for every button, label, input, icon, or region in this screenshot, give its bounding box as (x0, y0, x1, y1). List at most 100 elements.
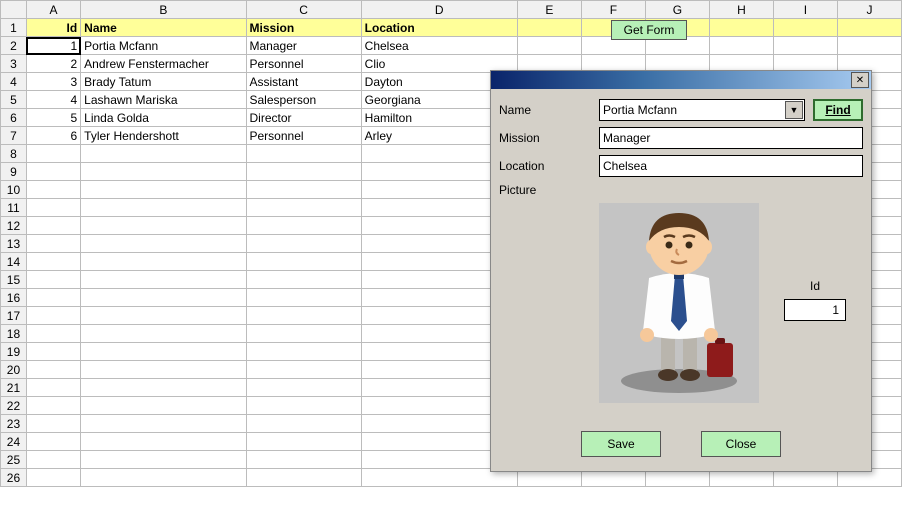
row-header[interactable]: 21 (1, 379, 27, 397)
cell[interactable] (246, 199, 361, 217)
cell[interactable]: Linda Golda (81, 109, 246, 127)
close-button[interactable]: Close (701, 431, 781, 457)
cell[interactable] (26, 397, 80, 415)
cell[interactable] (246, 217, 361, 235)
cell[interactable] (26, 433, 80, 451)
cell[interactable] (517, 37, 581, 55)
col-header[interactable]: H (709, 1, 773, 19)
cell[interactable]: Personnel (246, 55, 361, 73)
cell[interactable]: 6 (26, 127, 80, 145)
cell[interactable] (26, 235, 80, 253)
col-header[interactable] (1, 1, 27, 19)
cell[interactable] (837, 37, 901, 55)
cell[interactable] (81, 163, 246, 181)
cell[interactable] (81, 469, 246, 487)
cell[interactable]: Id (26, 19, 80, 37)
cell[interactable] (774, 19, 838, 37)
col-header[interactable]: G (645, 1, 709, 19)
cell[interactable] (26, 451, 80, 469)
cell[interactable] (246, 235, 361, 253)
cell[interactable] (81, 361, 246, 379)
cell[interactable]: Andrew Fenstermacher (81, 55, 246, 73)
cell[interactable] (26, 307, 80, 325)
cell[interactable] (246, 289, 361, 307)
cell[interactable] (26, 145, 80, 163)
name-combobox[interactable]: Portia Mcfann ▼ (599, 99, 805, 121)
cell[interactable] (81, 451, 246, 469)
cell[interactable]: Assistant (246, 73, 361, 91)
row-header[interactable]: 2 (1, 37, 27, 55)
cell[interactable] (709, 37, 773, 55)
row-header[interactable]: 22 (1, 397, 27, 415)
cell[interactable] (26, 289, 80, 307)
cell[interactable] (246, 325, 361, 343)
dialog-titlebar[interactable]: ✕ (491, 71, 871, 89)
row-header[interactable]: 25 (1, 451, 27, 469)
cell[interactable]: Name (81, 19, 246, 37)
mission-input[interactable]: Manager (599, 127, 863, 149)
id-input[interactable]: 1 (784, 299, 846, 321)
row-header[interactable]: 11 (1, 199, 27, 217)
chevron-down-icon[interactable]: ▼ (785, 101, 803, 119)
cell[interactable] (26, 253, 80, 271)
cell[interactable]: 5 (26, 109, 80, 127)
row-header[interactable]: 5 (1, 91, 27, 109)
col-header[interactable]: E (517, 1, 581, 19)
cell[interactable] (26, 343, 80, 361)
cell[interactable] (81, 253, 246, 271)
cell[interactable] (246, 361, 361, 379)
cell[interactable] (26, 271, 80, 289)
row-header[interactable]: 23 (1, 415, 27, 433)
cell[interactable] (246, 271, 361, 289)
row-header[interactable]: 16 (1, 289, 27, 307)
row-header[interactable]: 17 (1, 307, 27, 325)
cell[interactable] (246, 343, 361, 361)
cell[interactable]: Director (246, 109, 361, 127)
cell[interactable]: Manager (246, 37, 361, 55)
cell[interactable] (81, 415, 246, 433)
row-header[interactable]: 26 (1, 469, 27, 487)
cell[interactable] (26, 415, 80, 433)
row-header[interactable]: 18 (1, 325, 27, 343)
cell[interactable] (81, 343, 246, 361)
cell[interactable] (26, 379, 80, 397)
cell[interactable] (81, 217, 246, 235)
col-header[interactable]: D (361, 1, 517, 19)
get-form-button[interactable]: Get Form (611, 20, 687, 40)
cell[interactable] (26, 469, 80, 487)
cell[interactable] (246, 379, 361, 397)
row-header[interactable]: 24 (1, 433, 27, 451)
row-header[interactable]: 15 (1, 271, 27, 289)
cell[interactable]: 2 (26, 55, 80, 73)
cell[interactable]: Personnel (246, 127, 361, 145)
cell[interactable] (774, 37, 838, 55)
cell[interactable] (81, 379, 246, 397)
cell[interactable] (246, 307, 361, 325)
row-header[interactable]: 10 (1, 181, 27, 199)
cell[interactable] (246, 163, 361, 181)
row-header[interactable]: 13 (1, 235, 27, 253)
cell[interactable] (26, 217, 80, 235)
dialog-close-x[interactable]: ✕ (851, 72, 869, 88)
cell[interactable] (81, 433, 246, 451)
cell[interactable] (81, 199, 246, 217)
col-header[interactable]: C (246, 1, 361, 19)
cell[interactable]: Mission (246, 19, 361, 37)
cell[interactable] (81, 181, 246, 199)
cell[interactable] (81, 307, 246, 325)
cell[interactable] (246, 469, 361, 487)
row-header[interactable]: 20 (1, 361, 27, 379)
cell[interactable]: 4 (26, 91, 80, 109)
cell[interactable] (246, 451, 361, 469)
col-header[interactable]: I (774, 1, 838, 19)
cell[interactable] (26, 181, 80, 199)
cell[interactable] (246, 253, 361, 271)
row-header[interactable]: 6 (1, 109, 27, 127)
cell[interactable]: Tyler Hendershott (81, 127, 246, 145)
cell[interactable]: 1 (26, 37, 80, 55)
row-header[interactable]: 9 (1, 163, 27, 181)
cell[interactable] (81, 145, 246, 163)
cell[interactable] (26, 199, 80, 217)
cell[interactable] (26, 163, 80, 181)
cell[interactable]: 3 (26, 73, 80, 91)
